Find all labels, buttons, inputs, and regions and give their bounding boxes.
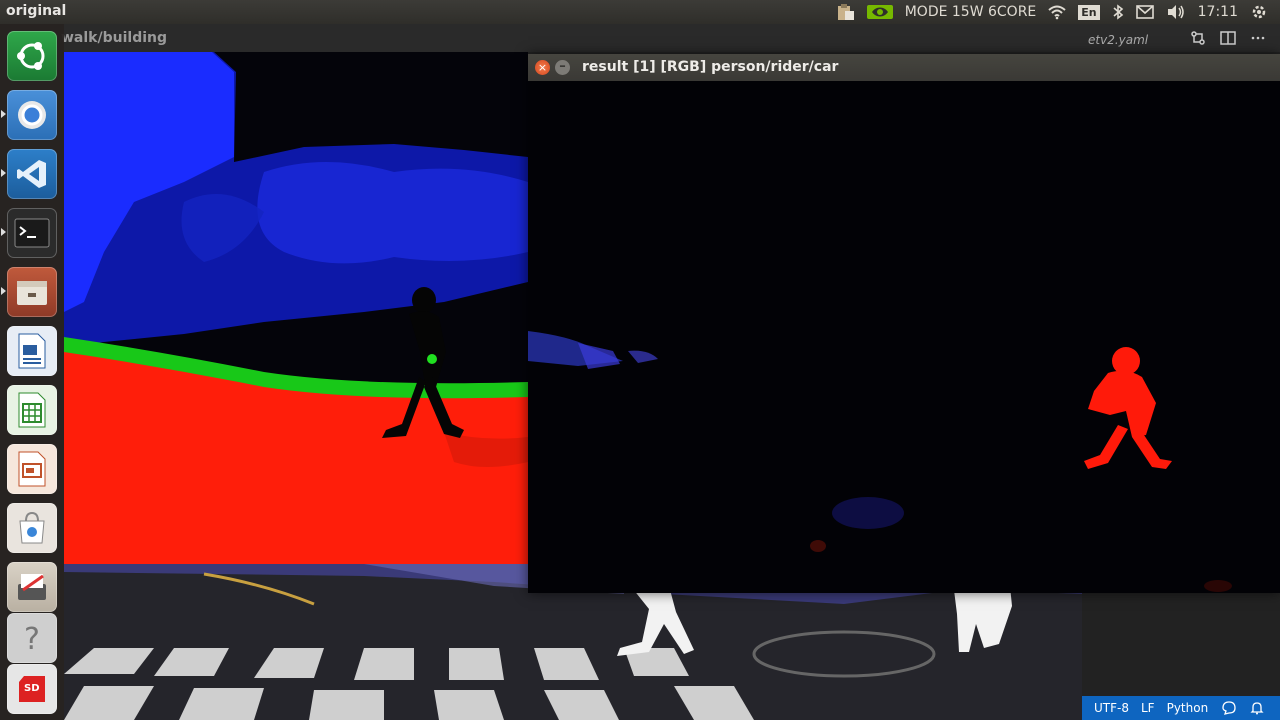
launcher-item-software[interactable] <box>7 503 57 553</box>
volume-icon[interactable] <box>1166 4 1186 20</box>
segmentation-image <box>64 52 528 564</box>
launcher-running-indicator <box>1 228 6 236</box>
editor-actions <box>1190 30 1266 46</box>
nvidia-icon[interactable] <box>866 3 893 21</box>
result-image <box>528 81 1280 593</box>
calc-icon <box>17 392 47 428</box>
minimize-icon: – <box>559 59 566 74</box>
notifications-bell-icon[interactable] <box>1250 701 1264 715</box>
launcher-item-terminal[interactable] <box>7 208 57 258</box>
editor-tabstrip: walk/building etv2.yaml <box>61 24 1280 52</box>
result-window-title: result [1] [RGB] person/rider/car <box>582 59 839 75</box>
software-center-icon <box>16 511 48 545</box>
editor-statusbar: UTF-8 LF Python <box>1082 696 1280 720</box>
svg-text:?: ? <box>24 622 40 655</box>
chromium-icon <box>15 98 49 132</box>
launcher-item-editor[interactable] <box>7 562 57 612</box>
minimize-button[interactable]: – <box>555 60 570 75</box>
launcher-item-help[interactable]: ? <box>7 613 57 663</box>
ubuntu-dash-icon <box>15 39 49 73</box>
launcher-item-writer[interactable] <box>7 326 57 376</box>
launcher-running-indicator <box>1 110 6 118</box>
more-actions-icon[interactable] <box>1250 30 1266 46</box>
yaml-tab[interactable]: etv2.yaml <box>1088 33 1148 47</box>
launcher-item-browser[interactable] <box>7 90 57 140</box>
launcher-item-impress[interactable] <box>7 444 57 494</box>
settings-gear-icon[interactable] <box>1250 3 1268 21</box>
top-panel: original MODE 15W 6CORE En 17:11 <box>0 0 1280 24</box>
bluetooth-icon[interactable] <box>1112 4 1124 20</box>
wifi-icon[interactable] <box>1048 4 1066 20</box>
power-mode-label[interactable]: MODE 15W 6CORE <box>905 4 1037 20</box>
feedback-icon[interactable] <box>1222 701 1236 715</box>
mail-icon[interactable] <box>1135 5 1154 19</box>
launcher-item-files[interactable] <box>7 267 57 317</box>
close-icon: × <box>537 61 548 74</box>
clock[interactable]: 17:11 <box>1198 4 1238 20</box>
close-button[interactable]: × <box>535 60 550 75</box>
launcher-running-indicator <box>1 169 6 177</box>
clipboard-icon[interactable] <box>835 3 855 21</box>
launcher-item-dash[interactable] <box>7 31 57 81</box>
result-window: × – result [1] [RGB] person/rider/car <box>528 54 1280 593</box>
launcher-item-vscode[interactable] <box>7 149 57 199</box>
compare-icon[interactable] <box>1190 30 1206 46</box>
help-icon: ? <box>17 621 47 655</box>
eol-indicator[interactable]: LF <box>1141 701 1155 715</box>
launcher-item-calc[interactable] <box>7 385 57 435</box>
writer-icon <box>17 333 47 369</box>
split-editor-icon[interactable] <box>1220 30 1236 46</box>
launcher-running-indicator <box>1 287 6 295</box>
language-mode[interactable]: Python <box>1167 701 1209 715</box>
active-window-title: original <box>6 3 67 19</box>
vscode-icon <box>15 157 49 191</box>
launcher-item-sd[interactable]: SD <box>7 664 57 714</box>
result-titlebar[interactable]: × – result [1] [RGB] person/rider/car <box>528 54 1280 81</box>
breadcrumb[interactable]: walk/building <box>61 30 167 46</box>
files-icon <box>15 277 49 307</box>
sd-card-label: SD <box>24 683 40 694</box>
system-tray: MODE 15W 6CORE En 17:11 <box>835 0 1280 24</box>
encoding-indicator[interactable]: UTF-8 <box>1094 701 1129 715</box>
launcher: ? SD <box>0 24 64 720</box>
text-editor-icon <box>15 570 49 604</box>
terminal-icon <box>14 218 50 248</box>
keyboard-layout-indicator[interactable]: En <box>1078 4 1100 20</box>
impress-icon <box>17 451 47 487</box>
